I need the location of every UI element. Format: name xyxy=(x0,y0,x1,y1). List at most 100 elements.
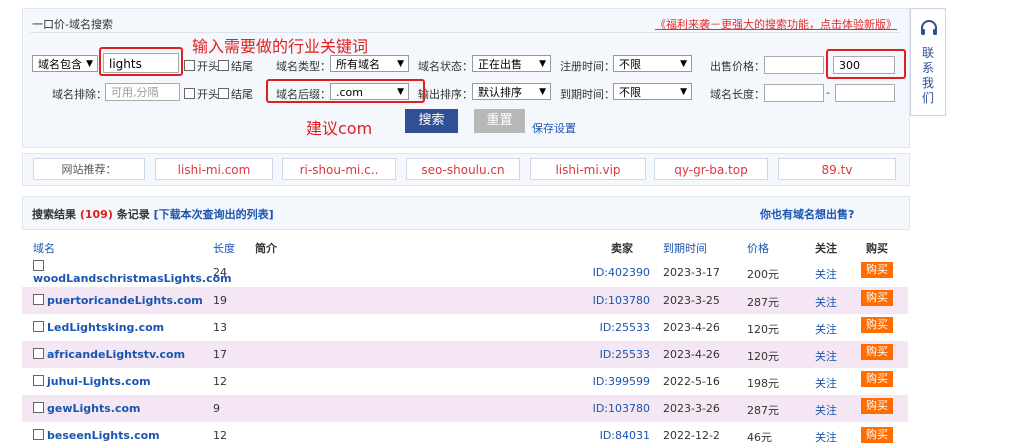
sell-domain-link[interactable]: 你也有域名想出售? xyxy=(760,206,854,222)
buy-button[interactable]: 购买 xyxy=(861,262,893,278)
recommend-site-3[interactable]: seo-shoulu.cn xyxy=(406,158,520,180)
row-checkbox[interactable] xyxy=(33,429,44,440)
recommend-site-4[interactable]: lishi-mi.vip xyxy=(530,158,646,180)
length-label: 域名长度： xyxy=(710,88,765,101)
chevron-down-icon: ▼ xyxy=(680,87,687,97)
domain-link[interactable]: LedLightsking.com xyxy=(47,321,164,334)
follow-link[interactable]: 关注 xyxy=(815,402,837,418)
header-price[interactable]: 价格 xyxy=(747,240,769,256)
reset-button[interactable]: 重置 xyxy=(474,109,525,133)
recommend-label: 网站推荐： xyxy=(33,158,145,180)
save-settings-link[interactable]: 保存设置 xyxy=(532,120,576,136)
length-separator: - xyxy=(826,86,830,99)
expire-date: 2023-3-17 xyxy=(663,266,720,279)
row-checkbox[interactable] xyxy=(33,294,44,305)
row-checkbox[interactable] xyxy=(33,260,44,271)
start-checkbox[interactable]: 开头 xyxy=(184,58,219,74)
seller-link[interactable]: ID:25533 xyxy=(600,348,650,361)
expire-date: 2022-5-16 xyxy=(663,375,720,388)
table-row: africandeLightstv.com 17 ID:25533 2023-4… xyxy=(22,341,908,368)
recommend-site-1[interactable]: lishi-mi.com xyxy=(155,158,273,180)
domain-length: 19 xyxy=(213,294,227,307)
seller-link[interactable]: ID:399599 xyxy=(593,375,650,388)
price: 46元 xyxy=(747,431,772,444)
seller-link[interactable]: ID:402390 xyxy=(593,266,650,279)
price: 198元 xyxy=(747,377,779,390)
start-checkbox-2[interactable]: 开头 xyxy=(184,86,219,102)
domain-link[interactable]: africandeLightstv.com xyxy=(47,348,185,361)
reg-time-select[interactable]: 不限 ▼ xyxy=(613,55,692,72)
type-select[interactable]: 所有域名 ▼ xyxy=(330,55,409,72)
sort-label: 输出排序： xyxy=(418,88,473,101)
recommend-site-6[interactable]: 89.tv xyxy=(778,158,896,180)
domain-link[interactable]: beseenLights.com xyxy=(47,429,160,442)
domain-link[interactable]: juhui-Lights.com xyxy=(47,375,151,388)
price: 120元 xyxy=(747,323,779,336)
price: 120元 xyxy=(747,350,779,363)
seller-link[interactable]: ID:103780 xyxy=(593,294,650,307)
expire-date: 2022-12-2 xyxy=(663,429,720,442)
buy-button[interactable]: 购买 xyxy=(861,427,893,443)
end-checkbox-2[interactable]: 结尾 xyxy=(218,86,253,102)
follow-link[interactable]: 关注 xyxy=(815,321,837,337)
recommend-site-2[interactable]: ri-shou-mi.c.. xyxy=(282,158,396,180)
domain-length: 9 xyxy=(213,402,220,415)
header-expire[interactable]: 到期时间 xyxy=(663,240,707,256)
seller-link[interactable]: ID:25533 xyxy=(600,321,650,334)
title-divider xyxy=(30,32,900,33)
search-panel-title: 一口价-域名搜索 xyxy=(32,18,113,31)
row-checkbox[interactable] xyxy=(33,321,44,332)
chevron-down-icon: ▼ xyxy=(539,87,546,97)
header-seller: 卖家 xyxy=(611,242,633,255)
contact-widget[interactable]: 联 系 我 们 xyxy=(910,8,946,116)
seller-link[interactable]: ID:84031 xyxy=(600,429,650,442)
table-row: puertoricandeLights.com 19 ID:103780 202… xyxy=(22,287,908,314)
follow-link[interactable]: 关注 xyxy=(815,348,837,364)
follow-link[interactable]: 关注 xyxy=(815,294,837,310)
table-row: woodLandschristmasLights.com 24 ID:40239… xyxy=(22,257,908,287)
follow-link[interactable]: 关注 xyxy=(815,266,837,282)
promo-link[interactable]: 《福利来袭－更强大的搜索功能，点击体验新版》 xyxy=(655,16,897,32)
price-min-input[interactable] xyxy=(764,56,824,74)
recommend-site-5[interactable]: qy-gr-ba.top xyxy=(654,158,768,180)
price: 287元 xyxy=(747,404,779,417)
keyword-hint-annotation: 输入需要做的行业关键词 xyxy=(192,37,369,56)
seller-link[interactable]: ID:103780 xyxy=(593,402,650,415)
expire-select[interactable]: 不限 ▼ xyxy=(613,83,692,100)
price-label: 出售价格： xyxy=(710,60,765,73)
type-label: 域名类型： xyxy=(276,60,331,73)
domain-length: 12 xyxy=(213,375,227,388)
status-select[interactable]: 正在出售 ▼ xyxy=(472,55,551,72)
table-row: gewLights.com 9 ID:103780 2023-3-26 287元… xyxy=(22,395,908,422)
end-checkbox[interactable]: 结尾 xyxy=(218,58,253,74)
follow-link[interactable]: 关注 xyxy=(815,375,837,391)
buy-button[interactable]: 购买 xyxy=(861,290,893,306)
header-length[interactable]: 长度 xyxy=(213,240,235,256)
follow-link[interactable]: 关注 xyxy=(815,429,837,445)
buy-button[interactable]: 购买 xyxy=(861,317,893,333)
header-domain[interactable]: 域名 xyxy=(33,240,55,256)
search-button[interactable]: 搜索 xyxy=(405,109,458,133)
download-list-link[interactable]: [下载本次查询出的列表] xyxy=(154,208,274,221)
domain-match-select[interactable]: 域名包含 ▼ xyxy=(32,55,98,72)
sort-select[interactable]: 默认排序 ▼ xyxy=(472,83,551,100)
price: 287元 xyxy=(747,296,779,309)
exclude-input[interactable]: 可用,分隔 xyxy=(105,83,180,101)
row-checkbox[interactable] xyxy=(33,375,44,386)
expire-label: 到期时间： xyxy=(560,88,615,101)
buy-button[interactable]: 购买 xyxy=(861,344,893,360)
results-summary: 搜索结果 (109) 条记录 [下载本次查询出的列表] xyxy=(32,208,274,221)
domain-link[interactable]: puertoricandeLights.com xyxy=(47,294,203,307)
row-checkbox[interactable] xyxy=(33,348,44,359)
domain-link[interactable]: woodLandschristmasLights.com xyxy=(33,272,232,285)
domain-length: 12 xyxy=(213,429,227,442)
suffix-highlight-box xyxy=(266,79,425,103)
expire-date: 2023-3-26 xyxy=(663,402,720,415)
keyword-highlight-box xyxy=(99,47,183,76)
row-checkbox[interactable] xyxy=(33,402,44,413)
length-min-input[interactable] xyxy=(764,84,824,102)
length-max-input[interactable] xyxy=(835,84,895,102)
buy-button[interactable]: 购买 xyxy=(861,398,893,414)
buy-button[interactable]: 购买 xyxy=(861,371,893,387)
domain-link[interactable]: gewLights.com xyxy=(47,402,141,415)
